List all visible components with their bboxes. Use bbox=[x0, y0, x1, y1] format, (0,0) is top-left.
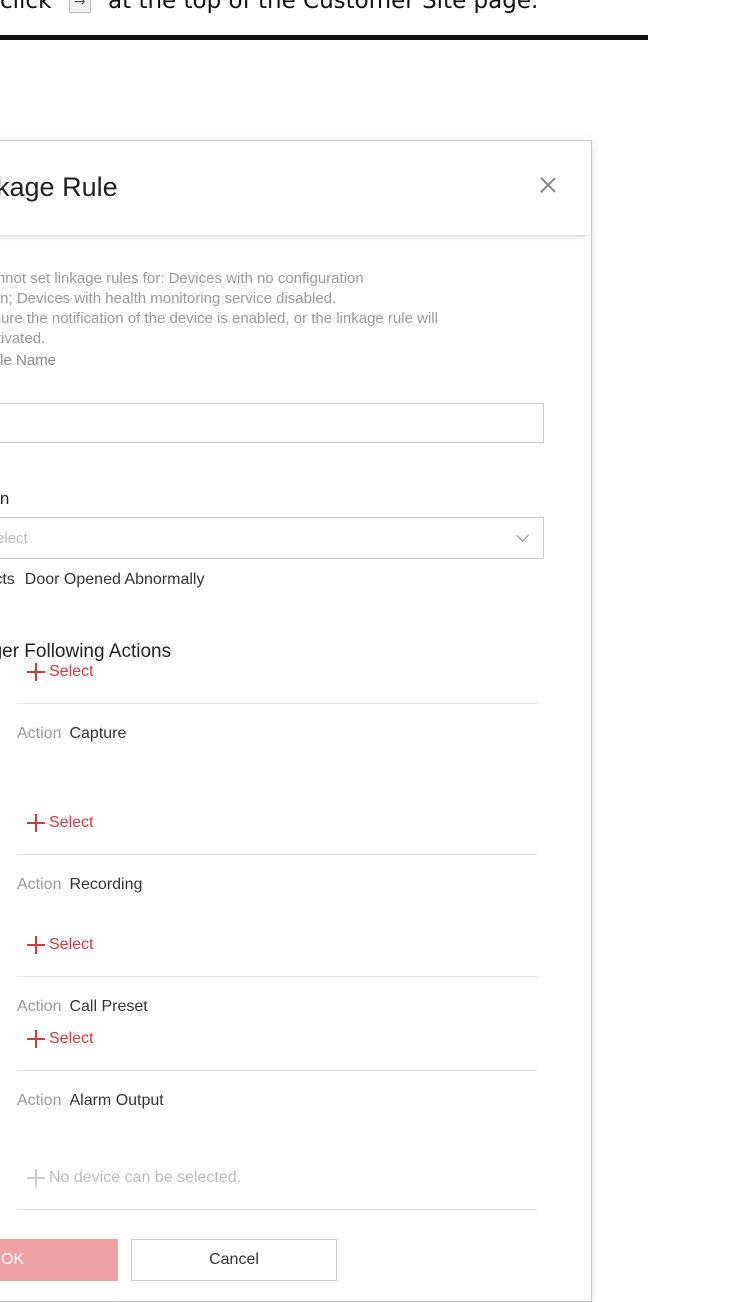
plus-icon bbox=[27, 663, 45, 681]
divider bbox=[17, 976, 537, 977]
detects-value: Door Opened Abnormally bbox=[24, 571, 205, 588]
action-row: Action Capture bbox=[17, 725, 126, 743]
action-key: Action bbox=[17, 725, 62, 742]
dialog-header: nkage Rule bbox=[0, 141, 591, 236]
note-line: sion; Devices with health monitoring ser… bbox=[0, 290, 337, 307]
instruction-text: click → at the top of the Customer Site … bbox=[0, 0, 660, 14]
note-line: cannot set linkage rules for: Devices wi… bbox=[0, 270, 364, 287]
when-label: hen bbox=[0, 489, 10, 508]
dialog-title: nkage Rule bbox=[0, 172, 118, 202]
plus-icon bbox=[27, 936, 45, 954]
detects-label: tects bbox=[0, 571, 15, 588]
note-line: activated. bbox=[0, 330, 46, 347]
cancel-button[interactable]: Cancel bbox=[131, 1239, 337, 1281]
action-key: Action bbox=[17, 1092, 62, 1109]
instruction-prefix: click bbox=[0, 0, 52, 14]
action-block-recording: Select Action Recording bbox=[0, 803, 591, 923]
rule-name-label: Rule Name bbox=[0, 352, 57, 369]
note-line: e sure the notification of the device is… bbox=[0, 310, 438, 327]
plus-icon bbox=[27, 1169, 45, 1187]
no-device-label: No device can be selected. bbox=[49, 1169, 242, 1186]
document-rule bbox=[0, 35, 648, 40]
action-value: Alarm Output bbox=[69, 1092, 164, 1109]
select-device-button-disabled: No device can be selected. bbox=[27, 1169, 241, 1187]
divider bbox=[17, 703, 537, 704]
action-block-alarm-output: Select Action Alarm Output bbox=[0, 1019, 591, 1139]
arrow-right-icon: → bbox=[68, 0, 91, 13]
action-key: Action bbox=[17, 876, 62, 893]
divider bbox=[17, 854, 537, 855]
action-block-capture: Select Action Capture bbox=[0, 652, 591, 772]
action-value: Recording bbox=[69, 876, 143, 893]
plus-icon bbox=[27, 814, 45, 832]
when-placeholder: elect bbox=[0, 530, 28, 547]
select-device-button[interactable]: Select bbox=[27, 936, 93, 954]
action-row: Action Alarm Output bbox=[17, 1092, 164, 1110]
linkage-note: cannot set linkage rules for: Devices wi… bbox=[0, 269, 571, 349]
select-label: Select bbox=[49, 936, 94, 953]
divider bbox=[17, 1209, 537, 1210]
detects-row: tects Door Opened Abnormally bbox=[0, 571, 204, 589]
rule-name-input[interactable] bbox=[0, 403, 544, 443]
linkage-rule-dialog: nkage Rule cannot set linkage rules for:… bbox=[0, 140, 592, 1302]
select-label: Select bbox=[49, 814, 94, 831]
action-key: Action bbox=[17, 998, 62, 1015]
instruction-suffix: at the top of the Customer Site page. bbox=[108, 0, 539, 14]
chevron-down-icon bbox=[516, 529, 529, 542]
select-device-button[interactable]: Select bbox=[27, 814, 93, 832]
when-select[interactable]: elect bbox=[0, 517, 544, 559]
select-label: Select bbox=[49, 663, 94, 680]
ok-button[interactable]: OK bbox=[0, 1239, 118, 1281]
plus-icon bbox=[27, 1030, 45, 1048]
select-device-button[interactable]: Select bbox=[27, 1030, 93, 1048]
action-value: Call Preset bbox=[69, 998, 148, 1015]
action-row: Action Call Preset bbox=[17, 998, 148, 1016]
action-value: Capture bbox=[69, 725, 127, 742]
action-row: Action Recording bbox=[17, 876, 142, 894]
close-icon[interactable] bbox=[538, 171, 558, 199]
select-label: Select bbox=[49, 1030, 94, 1047]
divider bbox=[17, 1070, 537, 1071]
select-device-button[interactable]: Select bbox=[27, 663, 93, 681]
